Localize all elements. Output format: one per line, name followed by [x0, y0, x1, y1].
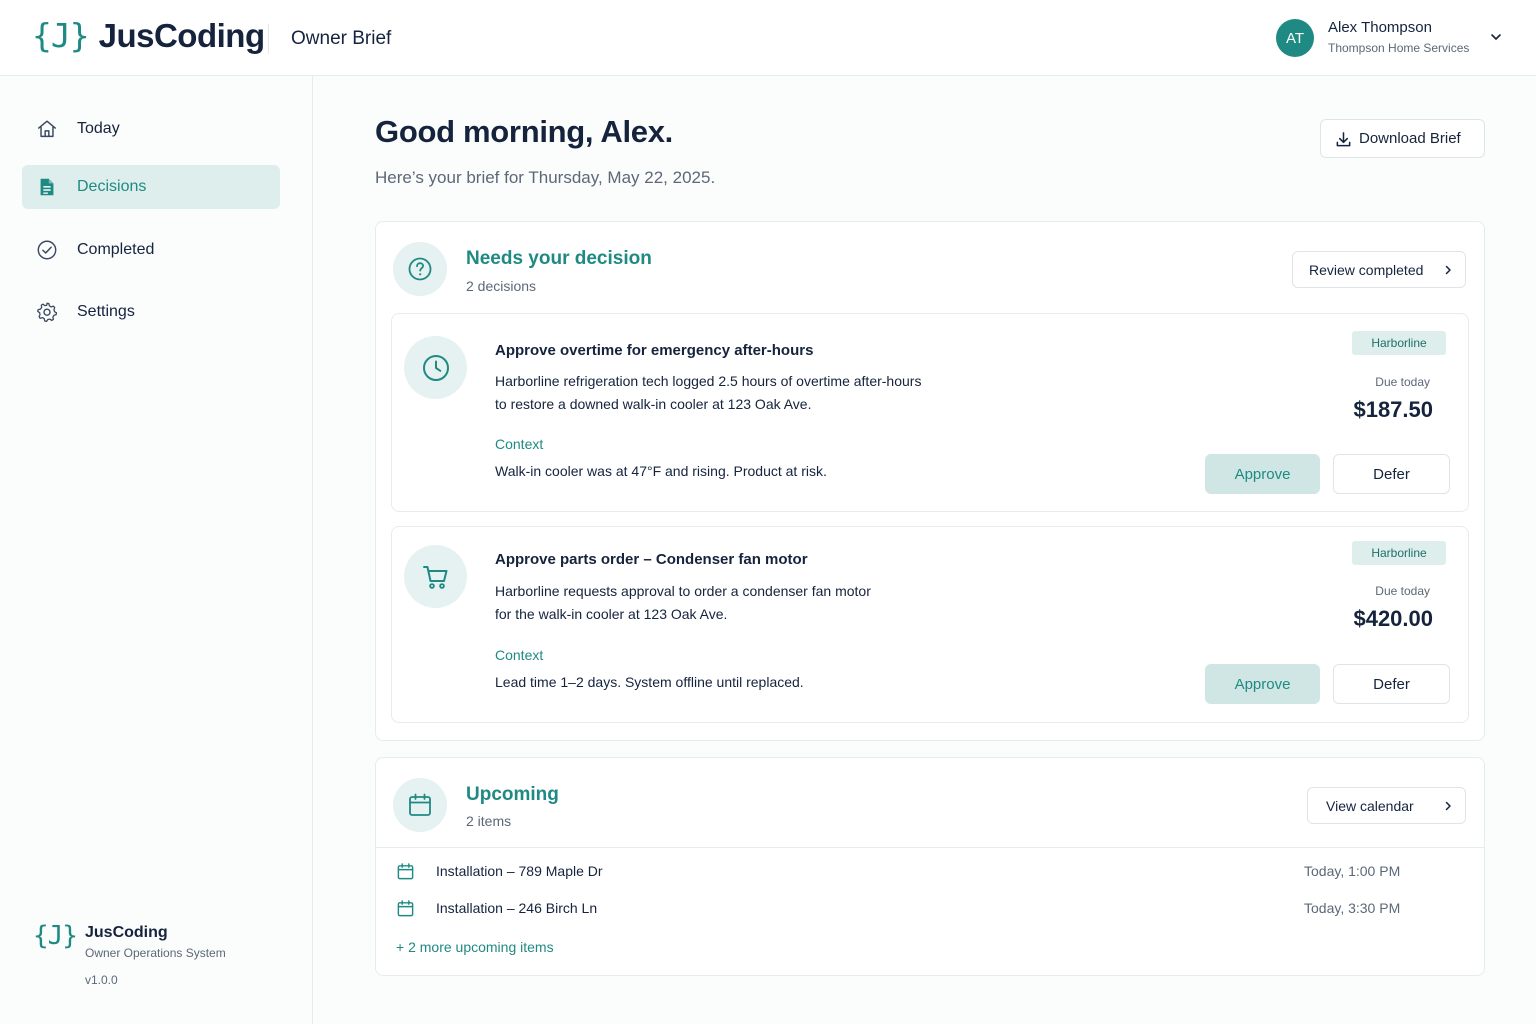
gear-icon	[37, 302, 58, 322]
sidebar-item-label: Decisions	[77, 178, 147, 195]
context-label: Context	[495, 436, 544, 452]
decision-title: Approve parts order – Condenser fan moto…	[495, 551, 808, 568]
footer-brand: JusCoding	[85, 924, 168, 941]
review-completed-label: Review completed	[1309, 262, 1424, 278]
calendar-icon	[397, 863, 414, 880]
decision-item: Approve overtime for emergency after-hou…	[391, 313, 1469, 512]
greeting-heading: Good morning, Alex.	[375, 114, 673, 149]
defer-button[interactable]: Defer	[1333, 664, 1450, 704]
logo-text: JusCoding	[98, 16, 266, 54]
download-brief-label: Download Brief	[1359, 130, 1461, 147]
upcoming-section-title: Upcoming	[466, 784, 559, 805]
check-circle-icon	[37, 240, 57, 260]
decisions-count: 2 decisions	[466, 278, 537, 294]
header-divider	[268, 24, 269, 54]
decision-description: Harborline refrigeration tech logged 2.5…	[495, 370, 955, 416]
view-calendar-button[interactable]: View calendar	[1307, 787, 1466, 824]
decision-item: Approve parts order – Condenser fan moto…	[391, 526, 1469, 723]
upcoming-card: Upcoming 2 items View calendar Installat…	[375, 757, 1485, 976]
footer-subtitle: Owner Operations System	[85, 946, 226, 960]
calendar-icon	[397, 900, 414, 917]
sidebar-item-today[interactable]: Today	[22, 107, 280, 151]
sidebar-item-completed[interactable]: Completed	[22, 228, 280, 272]
logo-mark: {J}	[32, 16, 90, 55]
decision-amount: $420.00	[1353, 606, 1433, 631]
context-text: Walk-in cooler was at 47°F and rising. P…	[495, 463, 827, 479]
chevron-right-icon	[1445, 265, 1451, 275]
brief-date-subtitle: Here’s your brief for Thursday, May 22, …	[375, 168, 716, 187]
clock-icon	[422, 354, 449, 381]
context-text: Lead time 1–2 days. System offline until…	[495, 674, 804, 690]
decisions-section-title: Needs your decision	[466, 248, 652, 269]
avatar[interactable]: AT	[1276, 19, 1314, 57]
document-icon	[40, 178, 54, 196]
vendor-badge: Harborline	[1352, 331, 1446, 355]
footer-logo-mark: {J}	[33, 921, 78, 951]
sidebar-item-label: Today	[77, 120, 120, 137]
upcoming-item-label: Installation – 789 Maple Dr	[436, 863, 603, 879]
due-label: Due today	[1375, 375, 1430, 389]
home-icon	[38, 120, 56, 138]
page-title: Owner Brief	[291, 28, 392, 49]
decision-icon-circle	[404, 336, 467, 399]
decision-description-line: Harborline requests approval to order a …	[495, 583, 871, 599]
sidebar-item-label: Settings	[77, 303, 135, 320]
sidebar-item-label: Completed	[77, 241, 155, 258]
list-item[interactable]: Installation – 246 Birch Ln Today, 3:30 …	[396, 897, 1406, 921]
decisions-icon-circle	[393, 242, 447, 296]
review-completed-button[interactable]: Review completed	[1292, 251, 1466, 288]
download-brief-button[interactable]: Download Brief	[1320, 119, 1485, 158]
decision-icon-circle	[404, 545, 467, 608]
vendor-badge: Harborline	[1352, 541, 1446, 565]
decisions-card: Needs your decision 2 decisions Review c…	[375, 221, 1485, 741]
upcoming-icon-circle	[393, 778, 447, 832]
decision-description: Harborline requests approval to order a …	[495, 580, 955, 626]
decision-description-line: for the walk-in cooler at 123 Oak Ave.	[495, 606, 728, 622]
decision-description-line: Harborline refrigeration tech logged 2.5…	[495, 373, 922, 389]
user-company: Thompson Home Services	[1328, 41, 1470, 55]
upcoming-divider	[376, 847, 1484, 848]
app-version: v1.0.0	[85, 973, 118, 987]
decision-description-line: to restore a downed walk-in cooler at 12…	[495, 396, 812, 412]
question-icon	[408, 257, 432, 281]
defer-button[interactable]: Defer	[1333, 454, 1450, 494]
approve-button[interactable]: Approve	[1205, 664, 1320, 704]
upcoming-count: 2 items	[466, 813, 512, 829]
cart-icon	[422, 565, 447, 589]
download-icon	[1336, 132, 1351, 147]
context-label: Context	[495, 647, 544, 663]
top-bar: {J} JusCoding Owner Brief AT Alex Thomps…	[0, 0, 1536, 76]
upcoming-item-time: Today, 1:00 PM	[1304, 863, 1401, 879]
sidebar: Today Decisions Completed Settings {J} J…	[0, 76, 313, 1024]
chevron-right-icon	[1445, 801, 1451, 811]
decision-title: Approve overtime for emergency after-hou…	[495, 342, 814, 359]
sidebar-item-decisions[interactable]: Decisions	[22, 165, 280, 209]
user-name[interactable]: Alex Thompson	[1328, 19, 1432, 36]
upcoming-item-label: Installation – 246 Birch Ln	[436, 900, 598, 916]
sidebar-item-settings[interactable]: Settings	[22, 290, 280, 334]
calendar-icon	[409, 793, 431, 816]
chevron-down-icon[interactable]	[1489, 30, 1503, 44]
decision-amount: $187.50	[1353, 397, 1433, 422]
due-label: Due today	[1375, 584, 1430, 598]
approve-button[interactable]: Approve	[1205, 454, 1320, 494]
app-logo[interactable]: {J} JusCoding	[32, 16, 265, 55]
list-item[interactable]: Installation – 789 Maple Dr Today, 1:00 …	[396, 860, 1406, 884]
more-upcoming-link[interactable]: + 2 more upcoming items	[396, 939, 554, 955]
view-calendar-label: View calendar	[1326, 798, 1414, 814]
upcoming-item-time: Today, 3:30 PM	[1304, 900, 1401, 916]
